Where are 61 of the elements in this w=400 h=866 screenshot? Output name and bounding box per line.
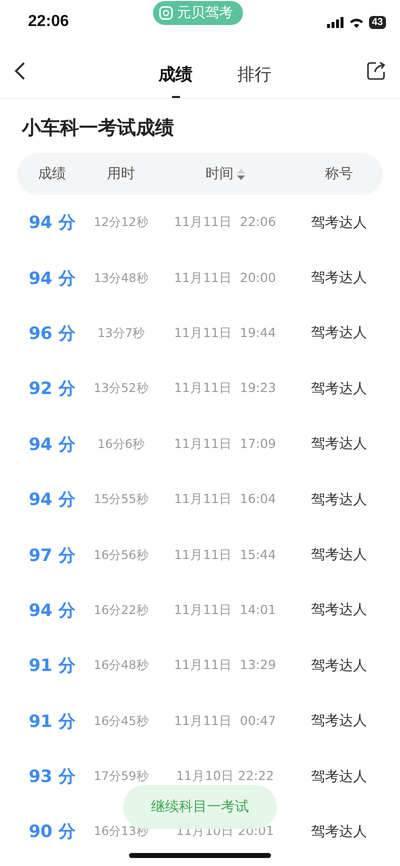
title-cell-text: 驾考达人 — [310, 546, 368, 564]
share-button[interactable] — [366, 61, 386, 81]
score-cell-text: 97 分 — [28, 544, 76, 567]
duration-cell-text: 16分56秒 — [92, 546, 150, 564]
status-time: 22:06 — [28, 13, 69, 31]
duration-cell-text: 16分45秒 — [92, 712, 150, 730]
page-title: 小车科一考试成绩 — [22, 116, 175, 141]
sort-icon[interactable] — [236, 168, 244, 180]
column-header: 成绩 — [38, 165, 66, 183]
score-cell-text: 94 分 — [28, 434, 76, 456]
score-cell-text: 94 分 — [28, 489, 76, 512]
column-header: 称号 — [325, 165, 353, 183]
score-cell-text: 94 分 — [28, 600, 76, 622]
duration-cell-text: 13分7秒 — [96, 324, 146, 342]
score-cell-text: 96 分 — [28, 322, 76, 345]
time-cell-text: 11月11日 22:06 — [173, 214, 277, 232]
score-cell-text: 91 分 — [28, 710, 76, 733]
score-cell-text: 94 分 — [28, 212, 76, 234]
title-cell-text: 驾考达人 — [310, 269, 368, 288]
time-cell-text: 11月11日 19:44 — [173, 324, 277, 342]
time-cell-text: 11月11日 17:09 — [173, 436, 277, 453]
app-pill: 元贝驾考 — [152, 1, 243, 25]
nav-tab[interactable]: 排行 — [238, 56, 272, 98]
duration-cell-text: 17分59秒 — [92, 768, 150, 786]
time-cell-text: 11月11日 14:01 — [173, 602, 277, 619]
title-cell-text: 驾考达人 — [310, 435, 368, 454]
duration-cell-text: 13分48秒 — [92, 270, 150, 287]
title-cell-text: 驾考达人 — [310, 712, 368, 730]
duration-cell-text: 16分22秒 — [92, 602, 150, 619]
nav-tab[interactable]: 成绩 — [158, 56, 192, 98]
wifi-icon — [348, 16, 364, 28]
score-cell-text: 90 分 — [28, 821, 76, 844]
title-cell-text: 驾考达人 — [310, 490, 368, 509]
signal-icon — [326, 16, 344, 28]
battery-level: 43 — [368, 16, 386, 28]
time-cell-text: 11月11日 20:00 — [173, 270, 277, 287]
time-cell-text: 11月11日 16:04 — [173, 491, 277, 508]
score-cell-text: 92 分 — [28, 378, 76, 400]
score-cell-text: 93 分 — [28, 766, 76, 788]
column-header[interactable]: 时间 — [206, 165, 234, 183]
time-cell-text: 11月11日 13:29 — [173, 657, 277, 674]
time-cell-text: 11月10日 22:22 — [175, 768, 275, 786]
duration-cell-text: 15分55秒 — [92, 491, 150, 508]
time-cell-text: 11月11日 00:47 — [173, 712, 277, 730]
time-cell-text: 11月11日 15:44 — [173, 546, 277, 564]
back-button[interactable] — [14, 62, 26, 80]
title-cell-text: 驾考达人 — [310, 380, 368, 398]
duration-cell-text: 12分12秒 — [92, 214, 150, 232]
duration-cell-text: 16分48秒 — [92, 657, 150, 674]
time-cell-text: 11月11日 19:23 — [173, 380, 277, 398]
score-cell-text: 94 分 — [28, 268, 76, 290]
title-cell-text: 驾考达人 — [310, 601, 368, 620]
title-cell-text: 驾考达人 — [310, 214, 368, 232]
score-cell-text: 91 分 — [28, 655, 76, 678]
title-cell-text: 驾考达人 — [310, 768, 368, 786]
duration-cell-text: 16分6秒 — [96, 436, 146, 453]
title-cell-text: 驾考达人 — [310, 324, 368, 342]
title-cell-text: 驾考达人 — [310, 656, 368, 675]
duration-cell-text: 13分52秒 — [92, 380, 150, 398]
title-cell-text: 驾考达人 — [310, 822, 368, 841]
column-header: 用时 — [107, 165, 135, 183]
